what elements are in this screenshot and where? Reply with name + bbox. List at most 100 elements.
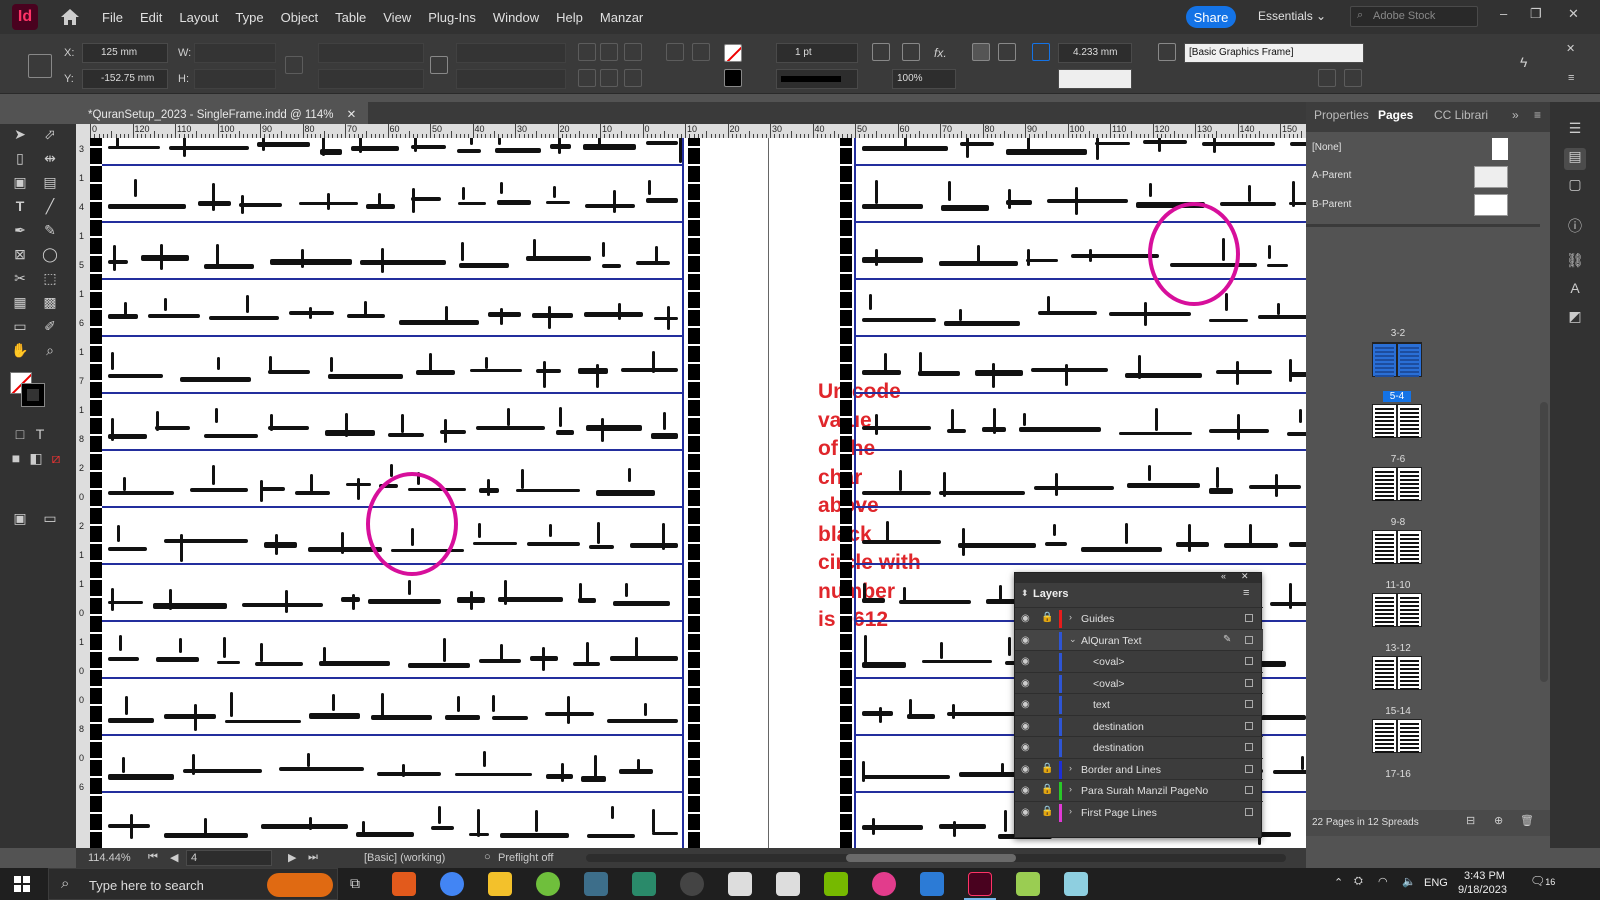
lock-icon[interactable]: 🔒 [1041, 784, 1053, 795]
clear-overrides-icon[interactable] [1318, 69, 1336, 87]
layer-row[interactable]: ◉ text [1015, 693, 1263, 715]
quran-text-line[interactable] [102, 564, 684, 622]
panel-divider[interactable] [1306, 224, 1540, 227]
horizontal-scrollbar[interactable] [586, 854, 1286, 862]
master-none[interactable]: [None] [1312, 142, 1341, 153]
vertical-ruler[interactable]: 3 1 4 1 5 1 6 1 7 1 8 2 0 2 1 1 0 1 0 0 8 0 6 [76, 124, 90, 848]
select-container-icon[interactable] [624, 69, 642, 87]
layer-row[interactable]: ◉ 🔒 › Para Surah Manzil PageNo [1015, 779, 1263, 801]
minimize-icon[interactable]: – [1500, 6, 1507, 21]
select-item-box-icon[interactable] [1245, 700, 1253, 708]
clock-date[interactable]: 9/18/2023 [1458, 884, 1507, 896]
highlight-oval-left[interactable] [366, 472, 458, 576]
preflight-status[interactable]: Preflight off [498, 852, 553, 864]
page-thumbnail[interactable] [1397, 467, 1422, 501]
preflight-profile[interactable]: [Basic] (working) [364, 852, 445, 864]
page-thumbnail[interactable] [1397, 593, 1422, 627]
tray-app-icon[interactable]: ⛭ [1354, 875, 1363, 888]
visibility-eye-icon[interactable]: ◉ [1021, 785, 1033, 796]
gradient-feather-tool-icon[interactable]: ▩ [40, 292, 60, 312]
layer-row[interactable]: ◉ destination [1015, 736, 1263, 758]
constrain-scale-icon[interactable] [430, 56, 448, 74]
task-view-icon[interactable]: ⧉ [350, 875, 360, 892]
page-thumbnail[interactable] [1397, 656, 1422, 690]
quran-text-line[interactable] [102, 222, 684, 280]
spread-label[interactable]: 7-6 [1368, 454, 1428, 465]
page-thumbnail[interactable] [1372, 404, 1397, 438]
fill-stroke-swatches[interactable] [10, 372, 45, 407]
master-a-parent[interactable]: A-Parent [1312, 170, 1351, 181]
layers-dock-icon[interactable]: ◩ [1564, 308, 1586, 330]
scrollbar-thumb[interactable] [846, 854, 1016, 862]
menu-manzar[interactable]: Manzar [600, 10, 643, 25]
pen-tool-icon[interactable]: ✒ [10, 220, 30, 240]
apply-none-icon[interactable]: ⧄ [46, 448, 66, 468]
taskbar-app-paint-icon[interactable] [1064, 872, 1088, 896]
eyedropper-tool-icon[interactable]: ✐ [40, 316, 60, 336]
taskbar-search[interactable]: ⌕ Type here to search [48, 868, 338, 900]
fill-none-swatch-icon[interactable] [724, 44, 742, 62]
close-layers-icon[interactable]: ✕ [1241, 571, 1249, 582]
menu-table[interactable]: Table [335, 10, 366, 25]
layer-row[interactable]: ◉ 🔒 › Guides [1015, 607, 1263, 629]
page-thumbnail[interactable] [1372, 343, 1397, 377]
page-thumbnail[interactable] [1372, 656, 1397, 690]
select-item-box-icon[interactable] [1245, 721, 1253, 730]
new-page-icon[interactable]: ⊕ [1494, 814, 1503, 827]
select-item-box-icon[interactable] [1245, 807, 1253, 816]
zoom-level[interactable]: 114.44% [88, 852, 131, 864]
layers-menu-icon[interactable]: ≡ [1243, 587, 1249, 599]
gap-tool-icon[interactable]: ⇹ [40, 148, 60, 168]
menu-object[interactable]: Object [281, 10, 319, 25]
type-tool-icon[interactable]: T [10, 196, 30, 216]
visibility-eye-icon[interactable]: ◉ [1021, 764, 1033, 775]
master-none-thumb[interactable] [1492, 138, 1508, 160]
home-icon[interactable] [60, 8, 80, 26]
page-thumbnail[interactable] [1397, 404, 1422, 438]
tab-properties[interactable]: Properties [1314, 108, 1369, 122]
chevron-down-icon[interactable]: ⌄ [1069, 634, 1077, 645]
menu-view[interactable]: View [383, 10, 411, 25]
quran-text-line[interactable] [856, 507, 1306, 565]
spread-label[interactable]: 3-2 [1368, 328, 1428, 339]
text-wrap-icon[interactable] [972, 43, 990, 61]
menu-file[interactable]: File [102, 10, 123, 25]
quran-text-line[interactable] [102, 735, 684, 793]
menu-help[interactable]: Help [556, 10, 583, 25]
master-b-parent[interactable]: B-Parent [1312, 199, 1351, 210]
zoom-tool-icon[interactable]: ⌕ [40, 340, 60, 360]
select-item-box-icon[interactable] [1245, 786, 1253, 794]
gradient-swatch-tool-icon[interactable]: ▦ [10, 292, 30, 312]
quran-text-line[interactable] [856, 279, 1306, 337]
properties-icon[interactable]: ☰ [1564, 120, 1586, 142]
visibility-eye-icon[interactable]: ◉ [1021, 807, 1033, 818]
width-field[interactable] [194, 43, 276, 63]
wrap-around-icon[interactable] [998, 43, 1016, 61]
visibility-eye-icon[interactable]: ◉ [1021, 613, 1033, 624]
quran-text-line[interactable] [102, 165, 684, 223]
scale-y-field[interactable] [318, 69, 424, 89]
quran-text-line[interactable] [856, 165, 1306, 223]
rectangle-frame-tool-icon[interactable]: ⊠ [10, 244, 30, 264]
taskbar-app-remote-icon[interactable] [920, 872, 944, 896]
fit-frame-icon[interactable] [1344, 69, 1362, 87]
chevron-right-icon[interactable]: › [1069, 763, 1072, 773]
constrain-proportions-icon[interactable] [285, 56, 303, 74]
free-transform-tool-icon[interactable]: ⬚ [40, 268, 60, 288]
taskbar-app-green-icon[interactable] [536, 872, 560, 896]
opacity-field[interactable]: 100% [892, 69, 956, 89]
master-a-thumb[interactable] [1474, 166, 1508, 188]
chevron-right-icon[interactable]: › [1069, 806, 1072, 816]
spacing-field[interactable]: 4.233 mm [1058, 43, 1132, 63]
previous-page-icon[interactable]: ◀ [170, 851, 178, 864]
flip-icon[interactable] [624, 43, 642, 61]
pencil-tool-icon[interactable]: ✎ [40, 220, 60, 240]
tab-cc-libraries[interactable]: CC Librari [1434, 108, 1488, 122]
lock-icon[interactable]: 🔒 [1041, 612, 1053, 623]
layer-row[interactable]: ◉ <oval> [1015, 671, 1263, 694]
highlight-oval-right[interactable] [1148, 202, 1240, 306]
flip-horizontal-icon[interactable] [578, 69, 596, 87]
align-icon[interactable] [666, 43, 684, 61]
taskbar-app-fontforge-icon[interactable] [680, 872, 704, 896]
spread-label[interactable]: 15-14 [1368, 706, 1428, 717]
